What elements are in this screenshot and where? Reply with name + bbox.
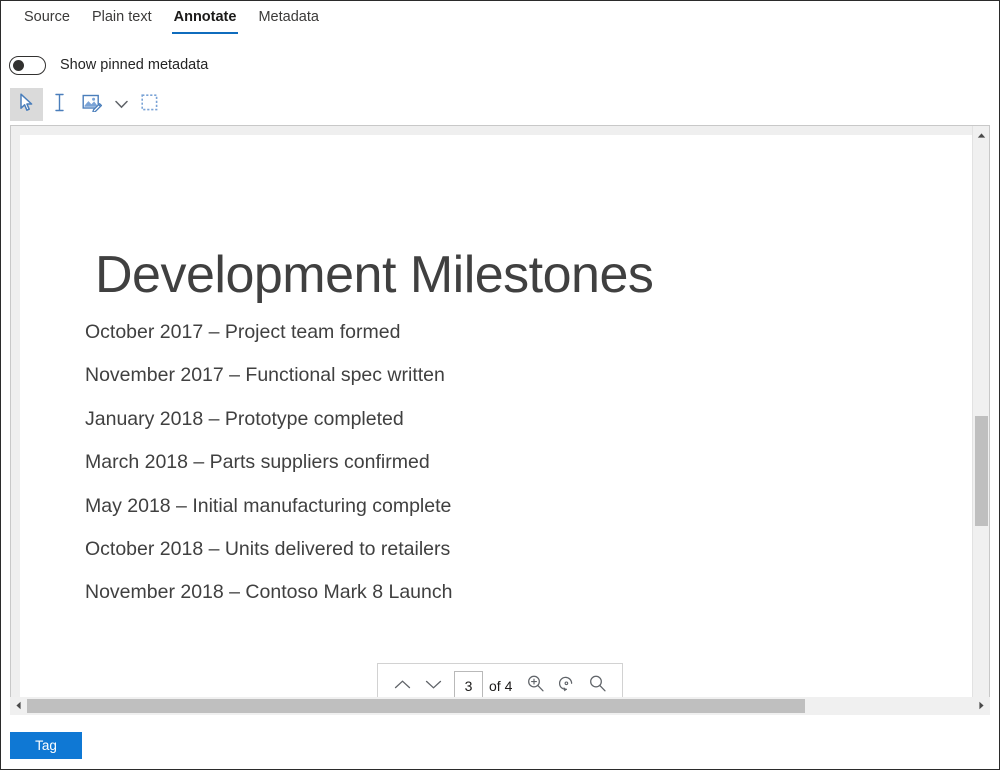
image-annotate-icon — [82, 93, 103, 117]
text-cursor-icon — [53, 93, 66, 117]
vertical-scrollbar[interactable] — [972, 126, 989, 712]
slide-line: May 2018 – Initial manufacturing complet… — [85, 485, 785, 528]
zoom-in-icon — [526, 674, 545, 698]
search-icon — [588, 674, 607, 698]
slide-line: January 2018 – Prototype completed — [85, 398, 785, 441]
tab-plain-text-label: Plain text — [92, 9, 152, 25]
slide-line: October 2018 – Units delivered to retail… — [85, 528, 785, 571]
annotate-view: Source Plain text Annotate Metadata Show… — [0, 0, 1000, 770]
scroll-up-button[interactable] — [973, 126, 989, 143]
show-pinned-metadata-toggle[interactable] — [9, 56, 46, 75]
toggle-knob — [13, 60, 24, 71]
horizontal-scroll-thumb[interactable] — [27, 699, 805, 713]
region-select-tool[interactable] — [133, 88, 166, 121]
document-viewer: Development Milestones October 2017 – Pr… — [10, 125, 990, 713]
vertical-scroll-thumb[interactable] — [975, 416, 988, 526]
text-tool[interactable] — [43, 88, 76, 121]
tag-button[interactable]: Tag — [10, 732, 82, 759]
cursor-arrow-icon — [18, 93, 35, 117]
tab-metadata-label: Metadata — [258, 9, 318, 25]
show-pinned-metadata-label: Show pinned metadata — [60, 57, 208, 73]
tab-metadata[interactable]: Metadata — [247, 1, 329, 35]
image-annotation-tool[interactable] — [76, 88, 109, 121]
tab-annotate-label: Annotate — [174, 9, 237, 25]
slide-title: Development Milestones — [95, 245, 653, 305]
tab-plain-text[interactable]: Plain text — [81, 1, 163, 35]
tab-annotate[interactable]: Annotate — [163, 1, 248, 35]
chevron-down-icon — [115, 96, 128, 114]
slide-line: March 2018 – Parts suppliers confirmed — [85, 441, 785, 484]
select-arrow-tool[interactable] — [10, 88, 43, 121]
scroll-right-button[interactable] — [973, 697, 990, 715]
footer-bar: Tag — [1, 721, 999, 769]
slide-body: October 2017 – Project team formed Novem… — [85, 311, 785, 615]
caret-left-icon — [15, 697, 22, 715]
document-page[interactable]: Development Milestones October 2017 – Pr… — [20, 135, 973, 704]
image-tool-dropdown[interactable] — [109, 88, 133, 121]
caret-right-icon — [978, 697, 985, 715]
horizontal-scrollbar[interactable] — [10, 697, 990, 715]
chevron-up-icon — [394, 677, 411, 695]
chevron-down-icon — [425, 677, 442, 695]
tab-source[interactable]: Source — [13, 1, 81, 35]
annotation-toolbar — [10, 87, 166, 122]
rotate-icon — [557, 674, 576, 698]
show-pinned-metadata-row: Show pinned metadata — [9, 53, 208, 77]
total-pages-label: of 4 — [489, 678, 512, 694]
slide-line: October 2017 – Project team formed — [85, 311, 785, 354]
dashed-rectangle-icon — [141, 94, 158, 116]
slide-line: November 2018 – Contoso Mark 8 Launch — [85, 571, 785, 614]
slide-line: November 2017 – Functional spec written — [85, 354, 785, 397]
scroll-left-button[interactable] — [10, 697, 27, 715]
caret-up-icon — [977, 126, 986, 144]
tab-bar: Source Plain text Annotate Metadata — [1, 1, 999, 38]
tab-source-label: Source — [24, 9, 70, 25]
